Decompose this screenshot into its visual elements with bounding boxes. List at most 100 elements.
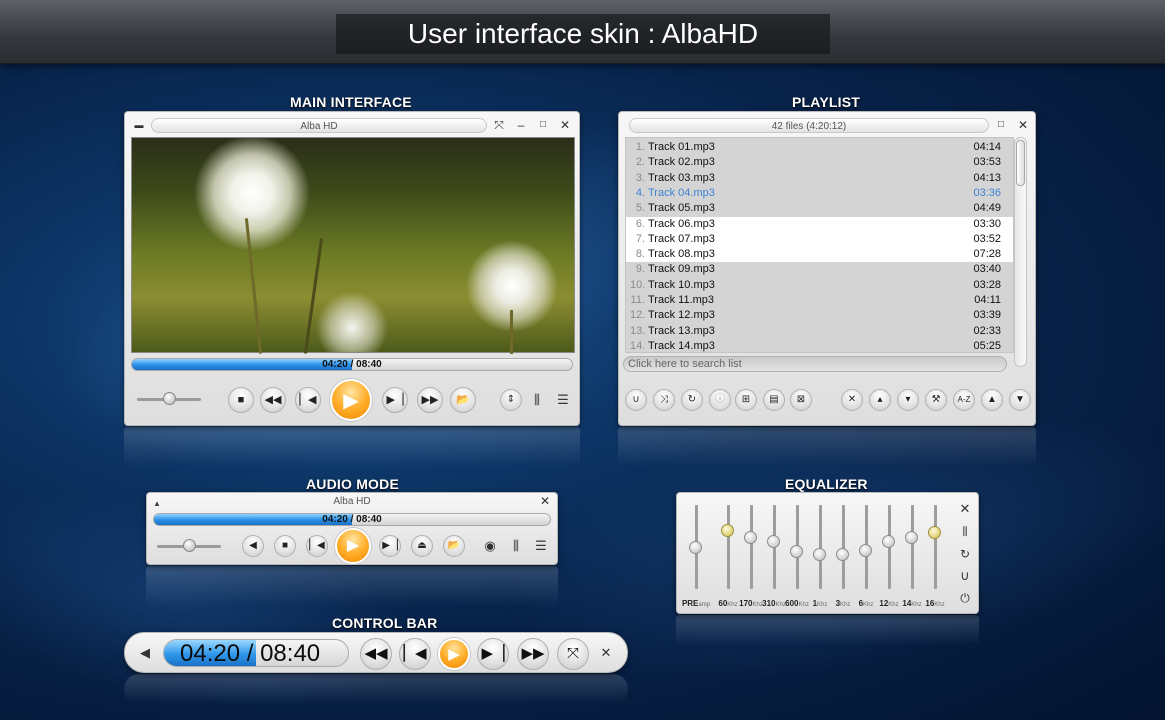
eq-slider-knob[interactable] xyxy=(928,525,941,539)
playlist-row[interactable]: 4. Track 04.mp3 03:36 xyxy=(626,186,1013,201)
next-button[interactable]: ▶▕ xyxy=(379,535,401,557)
eq-slider-knob[interactable] xyxy=(790,545,803,559)
open-file-button[interactable]: 📂 xyxy=(443,535,465,557)
maximize-icon[interactable]: □ xyxy=(993,116,1009,134)
equalizer-toggle-icon[interactable]: ⫼ xyxy=(527,390,547,410)
magnet-icon[interactable]: ∪ xyxy=(955,566,975,586)
eq-slider-knob[interactable] xyxy=(689,541,702,554)
playlist-search-input[interactable]: Click here to search list xyxy=(623,356,1007,372)
eq-slider-knob[interactable] xyxy=(882,535,895,549)
open-file-button[interactable]: 📂 xyxy=(450,387,476,413)
close-icon[interactable]: ✕ xyxy=(1015,116,1031,134)
power-icon[interactable]: ⏻ xyxy=(955,588,975,608)
playlist-row[interactable]: 14. Track 14.mp3 05:25 xyxy=(626,339,1013,352)
playlist-row[interactable]: 3. Track 03.mp3 04:13 xyxy=(626,171,1013,186)
add-file-icon[interactable]: ⊞ xyxy=(735,389,757,411)
playlist-row[interactable]: 6. Track 06.mp3 03:30 xyxy=(626,216,1013,232)
fullscreen-icon[interactable]: ⤧ xyxy=(491,116,507,134)
playlist-row[interactable]: 13. Track 13.mp3 02:33 xyxy=(626,324,1013,339)
stop-button[interactable]: ■ xyxy=(274,535,296,557)
eq-slider-knob[interactable] xyxy=(836,547,849,561)
broadcast-icon[interactable]: ◉ xyxy=(480,536,500,556)
eq-band-unit: Khz xyxy=(840,602,851,608)
rewind-button[interactable]: ◀◀ xyxy=(360,638,392,670)
main-titlebar[interactable]: ▬ Alba HD ⤧ – □ ✕ xyxy=(129,116,575,134)
eq-slider-knob[interactable] xyxy=(813,547,826,561)
updown-icon[interactable]: ⇕ xyxy=(500,389,522,411)
playlist-row[interactable]: 12. Track 12.mp3 03:39 xyxy=(626,308,1013,323)
eq-slider-track[interactable] xyxy=(727,505,730,589)
fullscreen-button[interactable]: ⤧ xyxy=(557,638,589,670)
reset-icon[interactable]: ↻ xyxy=(955,544,975,564)
volume-icon[interactable]: ◀ xyxy=(135,643,155,663)
playlist-toggle-icon[interactable]: ☰ xyxy=(553,390,573,410)
eq-slider-knob[interactable] xyxy=(721,524,734,538)
audio-volume-knob[interactable] xyxy=(183,539,196,552)
shuffle-icon[interactable]: ⤨ xyxy=(653,389,675,411)
playlist-row[interactable]: 2. Track 02.mp3 03:53 xyxy=(626,155,1013,170)
equalizer-toggle-icon[interactable]: ⫼ xyxy=(506,536,526,556)
next-button[interactable]: ▶▕ xyxy=(477,638,509,670)
sort-az-icon[interactable]: A-Z xyxy=(953,389,975,411)
remove-icon[interactable]: ⊠ xyxy=(790,389,812,411)
playlist-row[interactable]: 8. Track 08.mp3 07:28 xyxy=(626,247,1013,263)
eq-slider-track[interactable] xyxy=(750,505,753,589)
playlist-row[interactable]: 11. Track 11.mp3 04:11 xyxy=(626,293,1013,308)
equalizer-presets-icon[interactable]: ⫼ xyxy=(955,522,975,542)
eq-slider-knob[interactable] xyxy=(767,535,780,549)
mute-button[interactable]: ◀ xyxy=(242,535,264,557)
next-button[interactable]: ▶▕ xyxy=(382,387,408,413)
stop-button[interactable]: ■ xyxy=(228,387,254,413)
eq-slider-knob[interactable] xyxy=(905,530,918,544)
move-down-list-icon[interactable]: ▾ xyxy=(897,389,919,411)
info-icon[interactable]: ⓘ xyxy=(709,389,731,411)
control-time-bar[interactable]: 04:20 / 08:40 xyxy=(163,639,349,667)
previous-button[interactable]: ▏◀ xyxy=(399,638,431,670)
playlist-row[interactable]: 1. Track 01.mp3 04:14 xyxy=(626,140,1013,155)
playlist-list[interactable]: 1. Track 01.mp3 04:14 2. Track 02.mp3 03:53 3.… xyxy=(625,137,1014,353)
fast-forward-button[interactable]: ▶▶ xyxy=(417,387,443,413)
playlist-titlebar[interactable]: 42 files (4:20:12) □ ✕ xyxy=(623,116,1031,134)
move-up-list-icon[interactable]: ▴ xyxy=(869,389,891,411)
refresh-icon[interactable]: ↻ xyxy=(681,389,703,411)
close-icon[interactable]: ✕ xyxy=(955,499,975,519)
eject-button[interactable]: ⏏ xyxy=(411,535,433,557)
repeat-icon[interactable]: ∪ xyxy=(625,389,647,411)
time-current: 04:20 xyxy=(180,640,241,667)
collapse-icon[interactable]: ▴ xyxy=(149,494,165,512)
menu-dash-icon[interactable]: ▬ xyxy=(131,116,147,134)
video-area[interactable] xyxy=(131,137,575,354)
fast-forward-button[interactable]: ▶▶ xyxy=(517,638,549,670)
playlist-toggle-icon[interactable]: ☰ xyxy=(531,536,551,556)
scroll-down-icon[interactable]: ▼ xyxy=(1009,389,1031,411)
playlist-row[interactable]: 5. Track 05.mp3 04:49 xyxy=(626,201,1013,216)
eq-slider-knob[interactable] xyxy=(744,530,757,544)
scroll-up-icon[interactable]: ▲ xyxy=(981,389,1003,411)
playlist-row[interactable]: 9. Track 09.mp3 03:40 xyxy=(626,262,1013,277)
main-volume-knob[interactable] xyxy=(163,392,176,405)
playlist-scroll-thumb[interactable] xyxy=(1016,140,1025,186)
playlist-scrollbar[interactable] xyxy=(1014,137,1027,367)
previous-button[interactable]: ▏◀ xyxy=(306,535,328,557)
previous-button[interactable]: ▏◀ xyxy=(295,387,321,413)
play-button[interactable]: ▶ xyxy=(330,379,372,421)
playlist-row[interactable]: 7. Track 07.mp3 03:52 xyxy=(626,231,1013,248)
play-button[interactable]: ▶ xyxy=(335,528,371,564)
eq-slider-track[interactable] xyxy=(934,505,937,589)
playlist-row[interactable]: 10. Track 10.mp3 03:28 xyxy=(626,278,1013,293)
eq-slider-knob[interactable] xyxy=(859,543,872,557)
audio-seek-bar[interactable]: 04:20 / 08:40 xyxy=(153,513,551,526)
rewind-button[interactable]: ◀◀ xyxy=(260,387,286,413)
close-icon[interactable]: ✕ xyxy=(537,493,553,509)
maximize-icon[interactable]: □ xyxy=(535,116,551,134)
main-seek-bar[interactable]: 04:20 / 08:40 xyxy=(131,358,573,371)
close-icon[interactable]: ✕ xyxy=(557,116,573,134)
flower-stem xyxy=(303,238,324,354)
play-button[interactable]: ▶ xyxy=(438,638,470,670)
close-icon[interactable]: ✕ xyxy=(596,643,616,663)
minimize-icon[interactable]: – xyxy=(513,116,529,134)
eq-slider-track[interactable] xyxy=(911,505,914,589)
add-folder-icon[interactable]: ▤ xyxy=(763,389,785,411)
tools-icon[interactable]: ⚒ xyxy=(925,389,947,411)
delete-list-icon[interactable]: ✕ xyxy=(841,389,863,411)
